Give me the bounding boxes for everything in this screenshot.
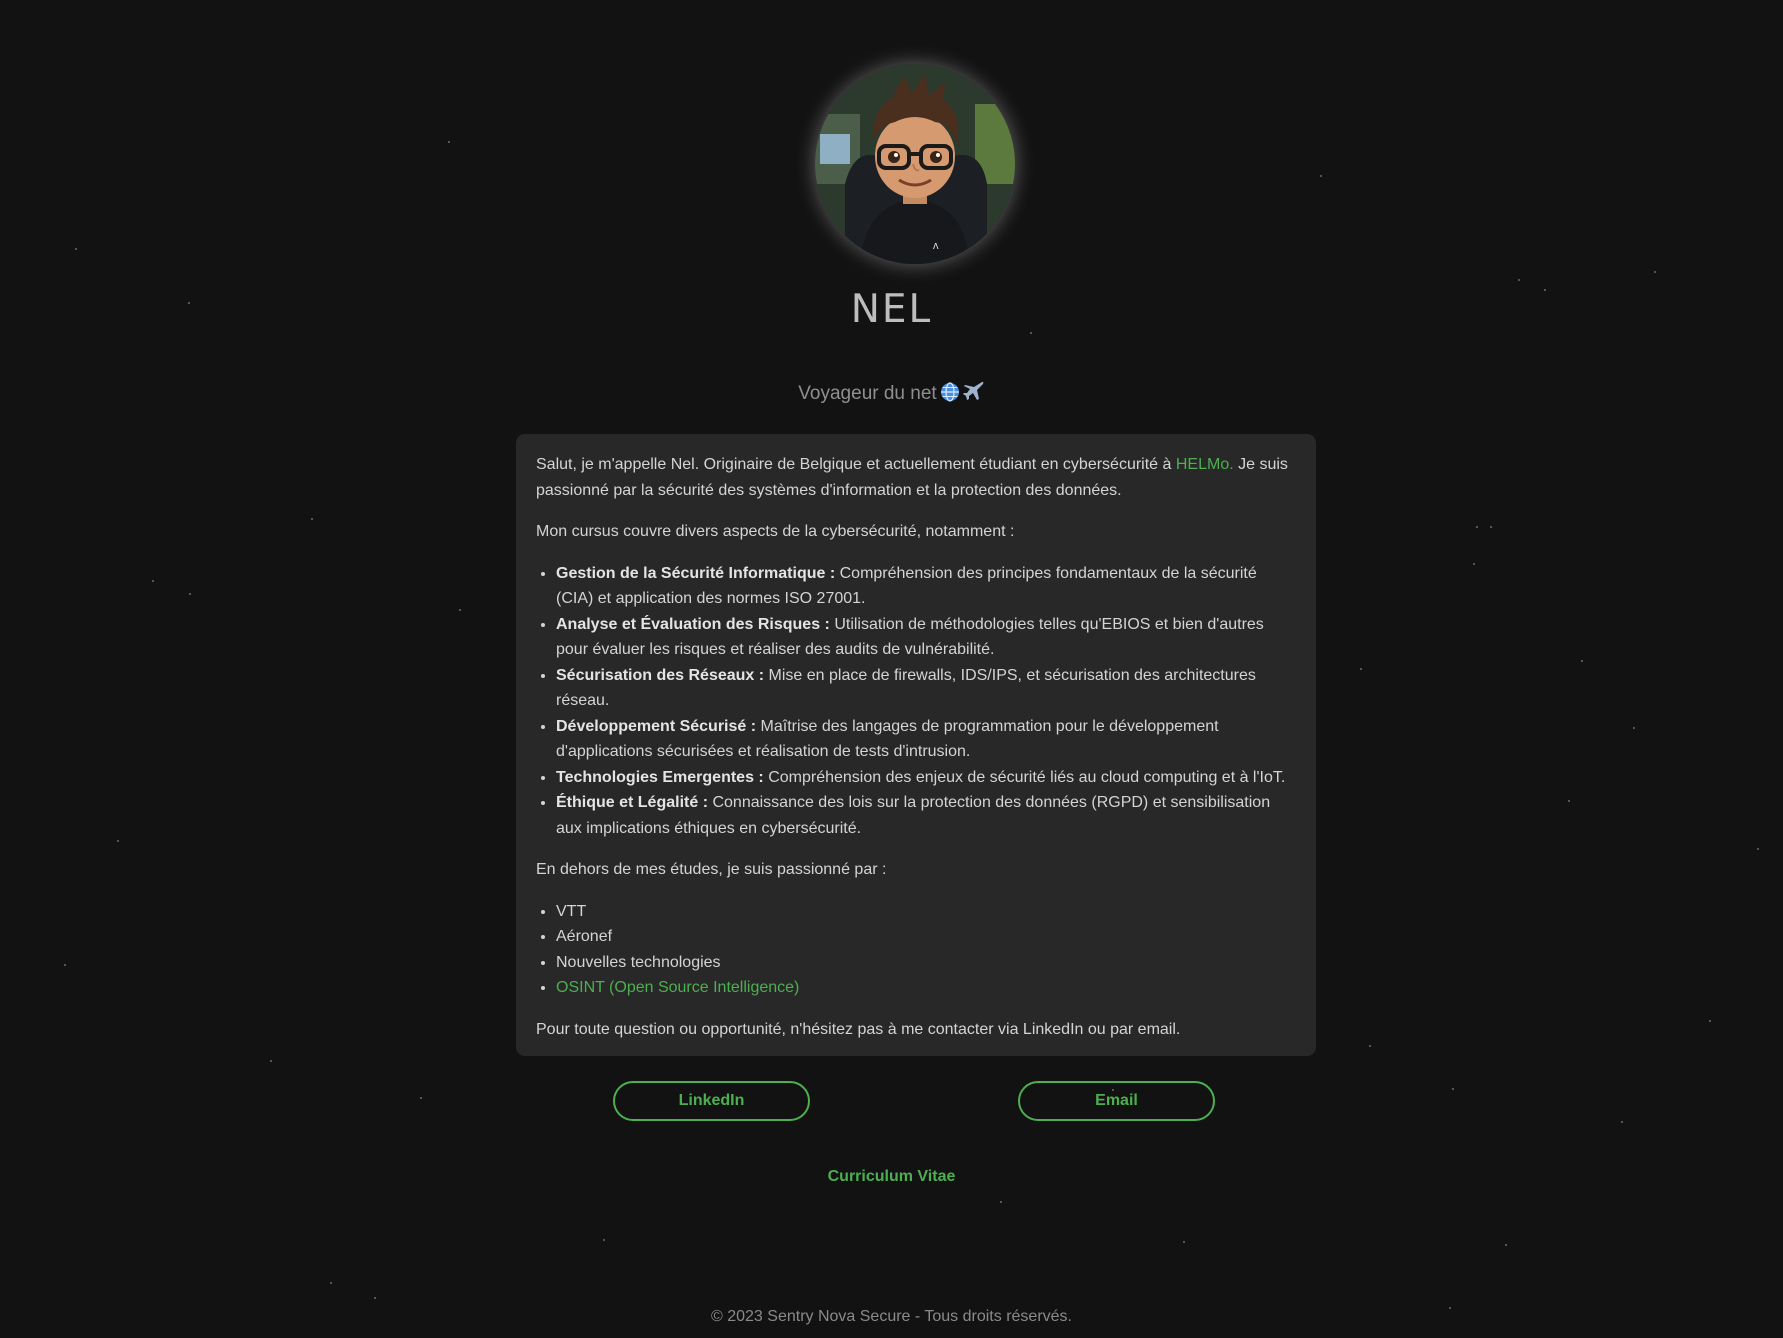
profile-name: NEL <box>850 287 933 332</box>
list-item-title: Développement Sécurisé : <box>556 717 757 735</box>
curriculum-intro: Mon cursus couvre divers aspects de la c… <box>536 523 1015 540</box>
hobbies-intro: En dehors de mes études, je suis passion… <box>536 861 887 878</box>
list-item-text: Compréhension des enjeux de sécurité lié… <box>763 768 1286 786</box>
curriculum-list: Gestion de la Sécurité Informatique : Co… <box>536 561 1296 842</box>
intro-paragraph: Salut, je m'appelle Nel. Originaire de B… <box>536 452 1296 503</box>
hobby-item: Aéronef <box>556 924 1296 950</box>
list-item: Analyse et Évaluation des Risques : Util… <box>556 612 1296 663</box>
email-button[interactable]: Email <box>1018 1081 1215 1121</box>
list-item-title: Éthique et Légalité : <box>556 794 709 811</box>
curriculum-vitae-link-text[interactable]: Curriculum Vitae <box>828 1168 956 1185</box>
linkedin-button[interactable]: LinkedIn <box>613 1081 810 1121</box>
svg-text:Λ: Λ <box>933 242 939 251</box>
avatar: Λ <box>815 64 1015 264</box>
hobbies-list: VTT Aéronef Nouvelles technologies OSINT… <box>536 899 1296 1001</box>
list-item-title: Sécurisation des Réseaux : <box>556 666 765 684</box>
list-item: Développement Sécurisé : Maîtrise des la… <box>556 714 1296 765</box>
hobby-item: VTT <box>556 899 1296 925</box>
profile-page: Λ NEL Voyageur du net Salut, je m'appell… <box>0 0 1783 1338</box>
hobby-item-osint: OSINT (Open Source Intelligence) <box>556 975 1296 1001</box>
list-item-title: Analyse et Évaluation des Risques : <box>556 615 830 633</box>
profile-tagline: Voyageur du net <box>0 380 1783 408</box>
osint-link[interactable]: OSINT (Open Source Intelligence) <box>556 979 799 996</box>
list-item: Sécurisation des Réseaux : Mise en place… <box>556 663 1296 714</box>
airplane-icon <box>962 380 985 408</box>
about-card: Salut, je m'appelle Nel. Originaire de B… <box>516 434 1316 1056</box>
list-item-title: Technologies Emergentes : <box>556 768 764 786</box>
helmo-link[interactable]: HELMo. <box>1176 456 1234 473</box>
list-item-title: Gestion de la Sécurité Informatique : <box>556 564 836 582</box>
intro-text: Salut, je m'appelle Nel. Originaire de B… <box>536 456 1176 473</box>
curriculum-vitae-link: Curriculum Vitae <box>0 1168 1783 1186</box>
avatar-illustration: Λ <box>815 64 1015 264</box>
hobby-item: Nouvelles technologies <box>556 950 1296 976</box>
list-item: Technologies Emergentes : Compréhension … <box>556 765 1296 791</box>
list-item: Gestion de la Sécurité Informatique : Co… <box>556 561 1296 612</box>
tagline-text: Voyageur du net <box>798 383 937 404</box>
list-item: Éthique et Légalité : Connaissance des l… <box>556 790 1296 841</box>
footer-copyright: © 2023 Sentry Nova Secure - Tous droits … <box>711 1308 1072 1325</box>
contact-paragraph: Pour toute question ou opportunité, n'hé… <box>536 1020 1181 1038</box>
globe-icon <box>940 382 960 408</box>
